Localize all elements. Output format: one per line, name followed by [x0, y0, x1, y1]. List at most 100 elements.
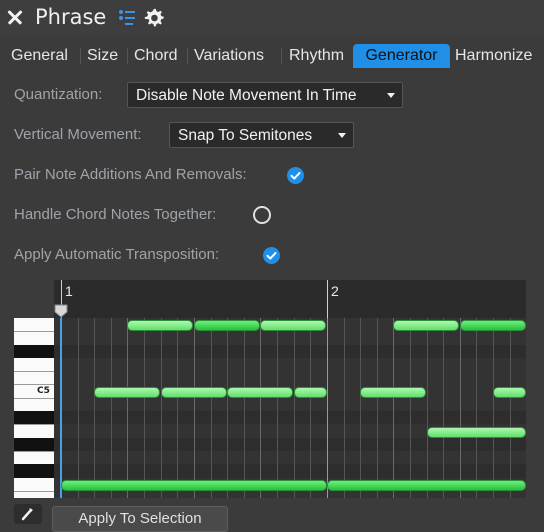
- chevron-down-icon: [387, 93, 395, 98]
- magic-wand-icon: [21, 508, 33, 521]
- key-divider: [14, 398, 54, 399]
- key-divider: [14, 424, 54, 425]
- auto-transpose-label: Apply Automatic Transposition:: [14, 246, 220, 263]
- key-divider: [14, 451, 54, 452]
- grid-line: [393, 318, 394, 498]
- grid-line: [360, 318, 361, 498]
- tab-separator: [80, 48, 81, 64]
- vertical-movement-dropdown[interactable]: Snap To Semitones: [169, 122, 354, 148]
- piano-roll[interactable]: 1 2 C5: [14, 280, 526, 498]
- grid-line: [78, 318, 79, 498]
- close-icon[interactable]: [4, 6, 26, 28]
- tab-bar: General Size Chord Variations Rhythm Gen…: [0, 44, 544, 68]
- grid-line: [144, 318, 145, 498]
- black-key: [14, 464, 54, 478]
- grid-line: [194, 318, 195, 498]
- grid-line: [344, 318, 345, 498]
- key-divider: [14, 371, 54, 372]
- timeline-ruler[interactable]: 1 2: [54, 280, 526, 318]
- quantization-dropdown[interactable]: Disable Note Movement In Time: [127, 82, 403, 108]
- midi-note[interactable]: [294, 387, 327, 398]
- grid-line: [227, 318, 228, 498]
- midi-note[interactable]: [61, 480, 327, 491]
- grid-row: [54, 437, 526, 452]
- tab-variations[interactable]: Variations: [194, 44, 264, 68]
- midi-note[interactable]: [360, 387, 426, 398]
- window-title: Phrase: [35, 5, 107, 29]
- tab-size[interactable]: Size: [87, 44, 118, 68]
- grid-line: [211, 318, 212, 498]
- piano-keys[interactable]: C5: [14, 318, 54, 498]
- grid-line: [493, 318, 494, 498]
- grid-line: [177, 318, 178, 498]
- grid-line: [277, 318, 278, 498]
- list-icon[interactable]: [118, 7, 140, 27]
- vertical-movement-value: Snap To Semitones: [178, 127, 313, 144]
- magic-wand-button[interactable]: [14, 504, 42, 524]
- grid-line: [294, 318, 295, 498]
- midi-note[interactable]: [493, 387, 526, 398]
- grid-line: [410, 318, 411, 498]
- note-grid[interactable]: [54, 318, 526, 498]
- midi-note[interactable]: [227, 387, 293, 398]
- grid-line: [161, 318, 162, 498]
- tab-harmonize[interactable]: Harmonize: [455, 44, 532, 68]
- vertical-movement-label: Vertical Movement:: [14, 126, 142, 143]
- apply-to-selection-button[interactable]: Apply To Selection: [52, 506, 228, 532]
- midi-note[interactable]: [427, 427, 526, 438]
- black-key: [14, 344, 54, 358]
- black-key: [14, 437, 54, 452]
- c5-key-label: C5: [37, 386, 50, 396]
- midi-note[interactable]: [161, 387, 227, 398]
- playhead-marker-icon[interactable]: [54, 304, 68, 318]
- midi-note[interactable]: [393, 320, 459, 331]
- black-key: [14, 411, 54, 425]
- tab-rhythm[interactable]: Rhythm: [289, 44, 344, 68]
- checkmark-icon: [266, 252, 277, 260]
- midi-note[interactable]: [94, 387, 160, 398]
- grid-line: [427, 318, 428, 498]
- checkmark-icon: [290, 172, 301, 180]
- auto-transpose-checkbox[interactable]: [263, 247, 280, 264]
- grid-line: [476, 318, 477, 498]
- grid-row: [54, 344, 526, 358]
- cursor-line: [60, 318, 62, 498]
- grid-line: [127, 318, 128, 498]
- bar-label-2: 2: [331, 283, 339, 299]
- grid-line: [443, 318, 444, 498]
- grid-line: [260, 318, 261, 498]
- tab-separator: [187, 48, 188, 64]
- grid-line: [510, 318, 511, 498]
- tab-chord[interactable]: Chord: [134, 44, 178, 68]
- quantization-label: Quantization:: [14, 86, 103, 103]
- grid-row: [54, 464, 526, 478]
- quantization-value: Disable Note Movement In Time: [136, 87, 357, 104]
- grid-line: [244, 318, 245, 498]
- midi-note[interactable]: [460, 320, 526, 331]
- pair-note-checkbox[interactable]: [287, 167, 304, 184]
- title-bar: Phrase: [0, 0, 544, 36]
- midi-note[interactable]: [127, 320, 193, 331]
- midi-note[interactable]: [327, 480, 526, 491]
- pair-note-label: Pair Note Additions And Removals:: [14, 166, 247, 183]
- handle-chord-checkbox[interactable]: [253, 206, 271, 224]
- grid-line: [327, 318, 328, 498]
- grid-line: [111, 318, 112, 498]
- tab-generator[interactable]: Generator: [353, 44, 450, 68]
- grid-line: [94, 318, 95, 498]
- chevron-down-icon: [338, 133, 346, 138]
- handle-chord-label: Handle Chord Notes Together:: [14, 206, 217, 223]
- tab-separator: [127, 48, 128, 64]
- bar-label-1: 1: [65, 283, 73, 299]
- grid-row: [54, 411, 526, 425]
- key-divider: [14, 331, 54, 332]
- grid-line: [377, 318, 378, 498]
- grid-line: [460, 318, 461, 498]
- key-divider: [14, 384, 54, 385]
- gear-icon[interactable]: [142, 7, 166, 29]
- bar-tick: [327, 280, 328, 318]
- grid-line: [310, 318, 311, 498]
- tab-general[interactable]: General: [11, 44, 68, 68]
- midi-note[interactable]: [194, 320, 260, 331]
- midi-note[interactable]: [260, 320, 326, 331]
